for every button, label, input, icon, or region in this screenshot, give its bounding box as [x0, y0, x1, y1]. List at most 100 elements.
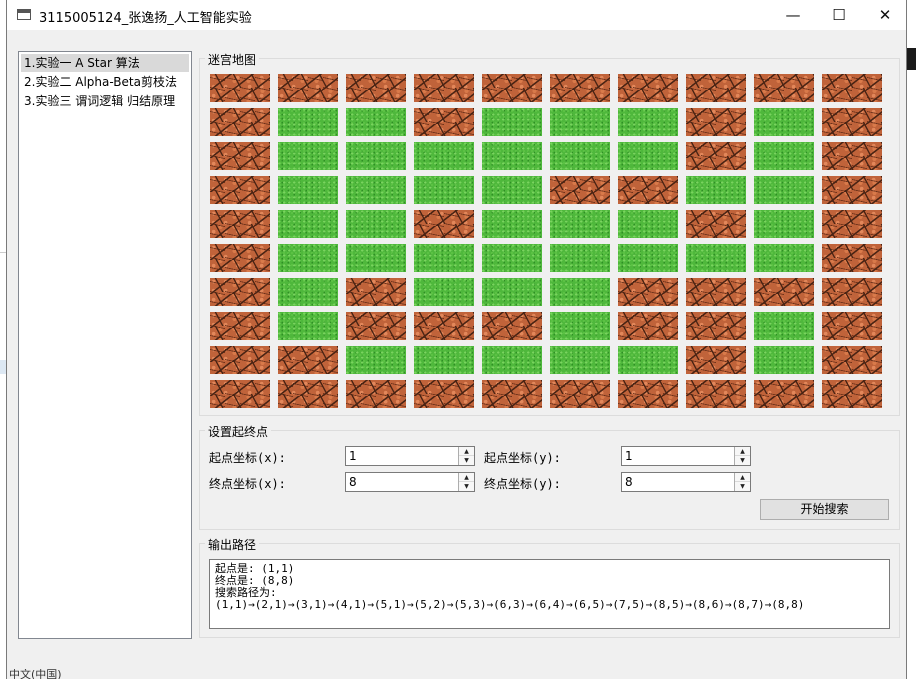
start-x-spinbox[interactable]: 1 ▲ ▼: [345, 446, 475, 466]
maze-path-cell: [278, 176, 338, 204]
title-bar[interactable]: 3115005124_张逸扬_人工智能实验 — ☐ ✕: [7, 0, 906, 30]
end-x-label: 终点坐标(x):: [209, 477, 286, 491]
maze-path-cell: [618, 108, 678, 136]
maze-wall-cell: [210, 108, 270, 136]
spin-down-icon[interactable]: ▼: [459, 456, 474, 465]
maze-path-cell: [482, 176, 542, 204]
maze-wall-cell: [210, 312, 270, 340]
maze-wall-cell: [210, 244, 270, 272]
maze-path-cell: [346, 142, 406, 170]
maze-wall-cell: [686, 278, 746, 306]
maze-path-cell: [482, 108, 542, 136]
end-x-value: 8: [349, 475, 357, 489]
app-window-icon[interactable]: [17, 9, 31, 20]
background-window-right: [907, 0, 916, 679]
maze-wall-cell: [210, 346, 270, 374]
start-y-stepper[interactable]: ▲ ▼: [734, 447, 750, 465]
maze-wall-cell: [822, 108, 882, 136]
spin-down-icon[interactable]: ▼: [735, 482, 750, 491]
maze-path-cell: [550, 312, 610, 340]
maze-path-cell: [278, 142, 338, 170]
maze-wall-cell: [686, 142, 746, 170]
maze-path-cell: [550, 108, 610, 136]
maze-wall-cell: [686, 312, 746, 340]
output-path-text[interactable]: 起点是: (1,1) 终点是: (8,8) 搜索路径为: (1,1)→(2,1)…: [209, 559, 890, 629]
maze-wall-cell: [822, 244, 882, 272]
maze-path-cell: [618, 210, 678, 238]
spin-up-icon[interactable]: ▲: [459, 473, 474, 482]
setup-group-title: 设置起终点: [205, 423, 272, 440]
list-item-astar[interactable]: 1.实验一 A Star 算法: [21, 54, 189, 72]
end-y-spinbox[interactable]: 8 ▲ ▼: [621, 472, 751, 492]
maze-path-cell: [754, 346, 814, 374]
maze-wall-cell: [346, 380, 406, 408]
spin-up-icon[interactable]: ▲: [735, 473, 750, 482]
spin-up-icon[interactable]: ▲: [735, 447, 750, 456]
maze-wall-cell: [618, 176, 678, 204]
maze-wall-cell: [822, 210, 882, 238]
maze-wall-cell: [210, 210, 270, 238]
maze-path-cell: [754, 312, 814, 340]
maze-path-cell: [686, 244, 746, 272]
minimize-button[interactable]: —: [770, 0, 816, 30]
maze-path-cell: [754, 176, 814, 204]
maze-path-cell: [754, 142, 814, 170]
maze-path-cell: [618, 346, 678, 374]
maximize-button[interactable]: ☐: [816, 0, 862, 30]
maze-wall-cell: [346, 278, 406, 306]
maze-wall-cell: [550, 380, 610, 408]
maze-path-cell: [754, 210, 814, 238]
experiment-list[interactable]: 1.实验一 A Star 算法 2.实验二 Alpha-Beta剪枝法 3.实验…: [18, 51, 192, 639]
maze-wall-cell: [822, 176, 882, 204]
maze-path-cell: [754, 244, 814, 272]
maze-path-cell: [482, 346, 542, 374]
maze-wall-cell: [822, 278, 882, 306]
maze-wall-cell: [414, 74, 474, 102]
maze-path-cell: [618, 244, 678, 272]
maze-path-cell: [414, 346, 474, 374]
end-y-label: 终点坐标(y):: [484, 477, 561, 491]
maze-path-cell: [346, 346, 406, 374]
spin-up-icon[interactable]: ▲: [459, 447, 474, 456]
spin-down-icon[interactable]: ▼: [735, 456, 750, 465]
maze-wall-cell: [346, 74, 406, 102]
output-path-line: (1,1)→(2,1)→(3,1)→(4,1)→(5,1)→(5,2)→(5,3…: [215, 598, 805, 611]
maze-path-cell: [550, 278, 610, 306]
start-y-value: 1: [625, 449, 633, 463]
maze-path-cell: [414, 176, 474, 204]
start-y-label: 起点坐标(y):: [484, 451, 561, 465]
maze-wall-cell: [210, 74, 270, 102]
list-item-resolution[interactable]: 3.实验三 谓词逻辑 归结原理: [21, 92, 189, 110]
maze-grid: [210, 74, 890, 411]
maze-path-cell: [482, 142, 542, 170]
end-x-stepper[interactable]: ▲ ▼: [458, 473, 474, 491]
list-item-alpha-beta[interactable]: 2.实验二 Alpha-Beta剪枝法: [21, 73, 189, 91]
close-button[interactable]: ✕: [862, 0, 908, 30]
end-x-spinbox[interactable]: 8 ▲ ▼: [345, 472, 475, 492]
maze-wall-cell: [414, 108, 474, 136]
maze-wall-cell: [414, 210, 474, 238]
maze-path-cell: [618, 142, 678, 170]
maze-wall-cell: [278, 346, 338, 374]
maze-wall-cell: [822, 74, 882, 102]
maze-path-cell: [278, 210, 338, 238]
maze-wall-cell: [210, 278, 270, 306]
maze-path-cell: [346, 210, 406, 238]
maze-path-cell: [346, 244, 406, 272]
maze-path-cell: [346, 108, 406, 136]
end-y-stepper[interactable]: ▲ ▼: [734, 473, 750, 491]
maze-wall-cell: [414, 380, 474, 408]
start-y-spinbox[interactable]: 1 ▲ ▼: [621, 446, 751, 466]
maze-wall-cell: [278, 380, 338, 408]
maze-wall-cell: [618, 278, 678, 306]
maze-wall-cell: [346, 312, 406, 340]
maze-path-cell: [278, 312, 338, 340]
maze-wall-cell: [686, 210, 746, 238]
spin-down-icon[interactable]: ▼: [459, 482, 474, 491]
maze-path-cell: [414, 142, 474, 170]
maze-path-cell: [278, 278, 338, 306]
maze-wall-cell: [686, 346, 746, 374]
start-x-stepper[interactable]: ▲ ▼: [458, 447, 474, 465]
maze-wall-cell: [482, 74, 542, 102]
start-search-button[interactable]: 开始搜索: [760, 499, 889, 520]
